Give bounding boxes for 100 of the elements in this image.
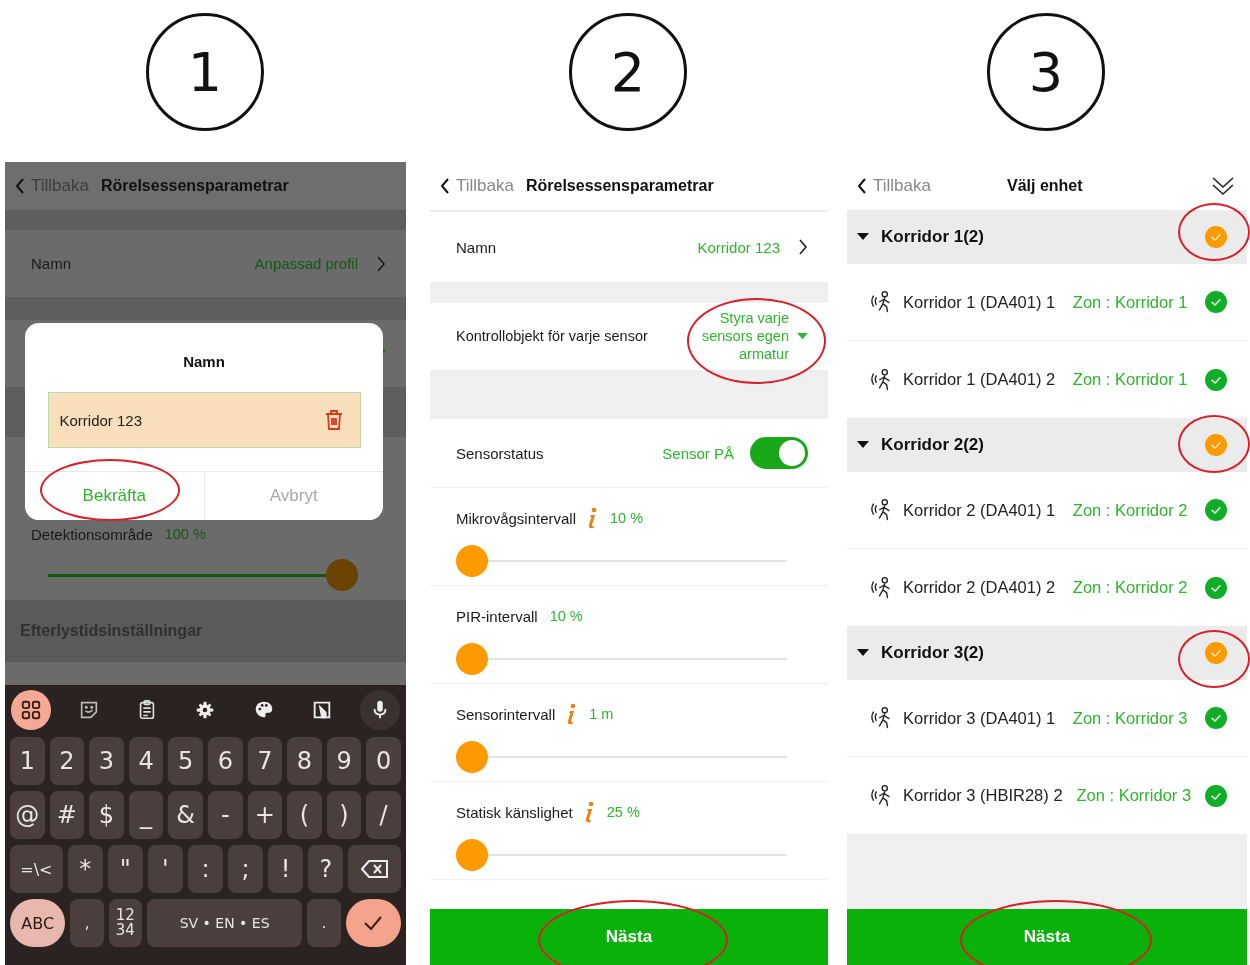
keyboard-key[interactable]: # <box>49 791 85 839</box>
slider-thumb[interactable] <box>456 741 488 774</box>
microphone-icon[interactable] <box>359 690 400 730</box>
check-icon[interactable] <box>1205 499 1227 521</box>
keyboard-key[interactable]: =\< <box>10 845 63 893</box>
name-input-field[interactable]: Korridor 123 <box>47 392 361 448</box>
row-label: Sensorstatus <box>456 444 544 462</box>
keyboard-key[interactable]: 4 <box>128 737 164 785</box>
keyboard-key[interactable]: @ <box>10 791 45 839</box>
check-icon[interactable] <box>1205 707 1227 729</box>
enter-key[interactable] <box>345 899 401 947</box>
zone-label: Zon : Korridor 1 <box>1072 370 1188 389</box>
screen-title: Välj enhet <box>1007 177 1083 195</box>
slider-thumb[interactable] <box>456 545 488 578</box>
highlight-ellipse <box>1178 203 1250 261</box>
grid-icon[interactable] <box>11 690 51 730</box>
row-label: Detektionsområde <box>31 525 153 543</box>
keyboard-key[interactable]: - <box>207 791 243 839</box>
keyboard-key[interactable]: 12 34 <box>108 899 142 947</box>
slider-thumb[interactable] <box>456 643 488 676</box>
keyboard-key[interactable]: ? <box>308 845 344 893</box>
step-number: 3 <box>987 13 1105 131</box>
info-icon[interactable] <box>586 507 599 530</box>
status-value: Sensor PÅ <box>662 444 734 462</box>
keyboard-key[interactable]: ' <box>147 845 183 893</box>
back-link[interactable]: Tillbaka <box>873 176 931 196</box>
row-label: Namn <box>31 255 71 272</box>
screen-title: Rörelsessensparametrar <box>100 177 289 195</box>
back-link[interactable]: Tillbaka <box>456 176 514 196</box>
collapse-triangle-icon[interactable] <box>857 233 869 241</box>
checkmark-icon <box>363 915 384 931</box>
keyboard-key[interactable]: 9 <box>326 737 362 785</box>
zone-label: Zon : Korridor 3 <box>1076 786 1192 805</box>
row-label: Sensorintervall <box>456 705 556 723</box>
check-icon[interactable] <box>1205 642 1227 664</box>
device-name: Korridor 2 (DA401) 2 <box>903 578 1056 597</box>
zone-label: Zon : Korridor 2 <box>1072 500 1188 520</box>
reading-value: 10 % <box>610 510 644 527</box>
keyboard-key[interactable]: + <box>247 791 283 839</box>
keyboard-key[interactable]: " <box>107 845 143 893</box>
toggle-switch[interactable] <box>750 437 808 470</box>
check-icon[interactable] <box>1205 368 1227 391</box>
group-name: Korridor 1(2) <box>881 227 984 247</box>
keyboard-key[interactable]: $ <box>89 791 124 839</box>
keyboard-key[interactable]: _ <box>128 791 164 839</box>
collapse-triangle-icon[interactable] <box>857 649 869 657</box>
keyboard-key[interactable]: SV • EN • ES <box>147 899 303 947</box>
check-icon[interactable] <box>1205 226 1227 248</box>
keyboard-key[interactable]: ; <box>228 845 264 893</box>
zone-label: Zon : Korridor 3 <box>1072 708 1188 728</box>
group-name: Korridor 2(2) <box>881 435 984 455</box>
back-icon[interactable] <box>857 178 867 194</box>
highlight-ellipse <box>1178 415 1250 473</box>
slider-thumb[interactable] <box>456 839 488 872</box>
keyboard-key[interactable]: 6 <box>207 737 243 785</box>
collapse-triangle-icon[interactable] <box>857 441 869 449</box>
slider-thumb[interactable] <box>326 559 358 591</box>
keyboard-key[interactable]: . <box>307 899 341 947</box>
keyboard-key[interactable]: 3 <box>89 737 124 785</box>
highlight-ellipse <box>1178 630 1250 688</box>
dialog-title: Namn <box>183 353 225 370</box>
info-icon[interactable] <box>565 703 578 726</box>
keyboard-key[interactable]: / <box>366 791 401 839</box>
keyboard-key[interactable]: ! <box>268 845 304 893</box>
check-icon[interactable] <box>1205 576 1227 599</box>
device-name: Korridor 1 (DA401) 2 <box>903 370 1056 389</box>
chevron-right-icon <box>376 255 386 272</box>
back-icon[interactable] <box>440 178 450 194</box>
keyboard-key[interactable]: * <box>67 845 103 893</box>
keyboard-key[interactable]: 0 <box>366 737 401 785</box>
step-number: 1 <box>146 13 264 131</box>
chevron-right-icon <box>798 239 808 255</box>
trash-icon[interactable] <box>323 409 344 431</box>
keyboard-key[interactable]: ) <box>326 791 362 839</box>
check-icon[interactable] <box>1205 784 1227 807</box>
device-name: Korridor 2 (DA401) 1 <box>903 500 1056 520</box>
check-icon[interactable] <box>1205 291 1227 313</box>
keyboard-key[interactable]: 5 <box>168 737 203 785</box>
row-label: Namn <box>456 238 496 256</box>
row-label: Kontrollobjekt för varje sensor <box>456 328 648 345</box>
row-label: Statisk känslighet <box>456 803 573 821</box>
keyboard-key[interactable]: 8 <box>287 737 322 785</box>
keyboard-key[interactable]: ABC <box>10 899 66 947</box>
group-name: Korridor 3(2) <box>881 643 984 663</box>
keyboard-key[interactable]: , <box>70 899 104 947</box>
keyboard-key[interactable]: & <box>168 791 203 839</box>
keyboard-key[interactable]: : <box>187 845 224 893</box>
zone-label: Zon : Korridor 1 <box>1072 292 1188 312</box>
backspace-icon <box>360 859 389 879</box>
check-icon[interactable] <box>1205 434 1227 456</box>
backspace-key[interactable] <box>348 845 401 893</box>
screen-title: Rörelsessensparametrar <box>525 177 714 195</box>
keyboard-key[interactable]: ( <box>287 791 322 839</box>
caret-down-icon <box>797 332 808 340</box>
device-name: Korridor 3 (HBIR28) 2 <box>903 786 1063 805</box>
keyboard-key[interactable]: 1 <box>10 737 45 785</box>
keyboard-key[interactable]: 7 <box>247 737 283 785</box>
zone-label: Zon : Korridor 2 <box>1072 578 1188 597</box>
keyboard-key[interactable]: 2 <box>49 737 85 785</box>
double-chevron-down-icon[interactable] <box>1211 176 1235 196</box>
